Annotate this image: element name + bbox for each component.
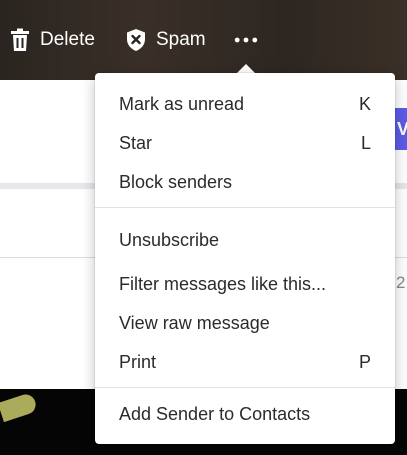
menu-item-shortcut: L [360,132,371,153]
more-actions-button[interactable] [229,22,263,58]
menu-item-shortcut: K [358,93,371,114]
delete-label: Delete [40,29,95,50]
menu-item-label: Star [119,132,153,153]
menu-item-label: Filter messages like this... [119,273,327,294]
menu-item-label: Add Sender to Contacts [119,403,311,424]
spam-button[interactable]: Spam [124,22,206,58]
leaf-graphic [0,391,39,423]
more-actions-menu: Mark as unread K Star L Block senders Un… [95,73,395,444]
menu-item-view-raw-message[interactable]: View raw message [95,308,395,338]
menu-item-label: Block senders [119,171,233,192]
menu-item-unsubscribe[interactable]: Unsubscribe [95,225,395,255]
trash-icon [8,28,32,52]
delete-button[interactable]: Delete [8,22,95,58]
message-toolbar: Delete Spam [0,0,407,80]
menu-item-label: Print [119,351,157,372]
shield-x-icon [124,28,148,52]
menu-item-mark-as-unread[interactable]: Mark as unread K [95,89,395,119]
menu-item-print[interactable]: Print P [95,347,395,377]
menu-item-star[interactable]: Star L [95,128,395,158]
menu-divider [95,207,395,208]
menu-divider [95,387,395,388]
menu-item-block-senders[interactable]: Block senders [95,167,395,197]
compose-tab-partial[interactable]: V [395,108,407,150]
menu-item-filter-messages[interactable]: Filter messages like this... [95,269,395,299]
menu-item-add-sender-to-contacts[interactable]: Add Sender to Contacts [95,399,395,429]
date-text-partial: 2, [396,273,407,292]
more-horizontal-icon [234,28,258,52]
menu-item-label: View raw message [119,312,270,333]
menu-item-shortcut: P [358,351,371,372]
menu-item-label: Unsubscribe [119,229,220,250]
spam-label: Spam [156,29,206,50]
menu-item-label: Mark as unread [119,93,245,114]
